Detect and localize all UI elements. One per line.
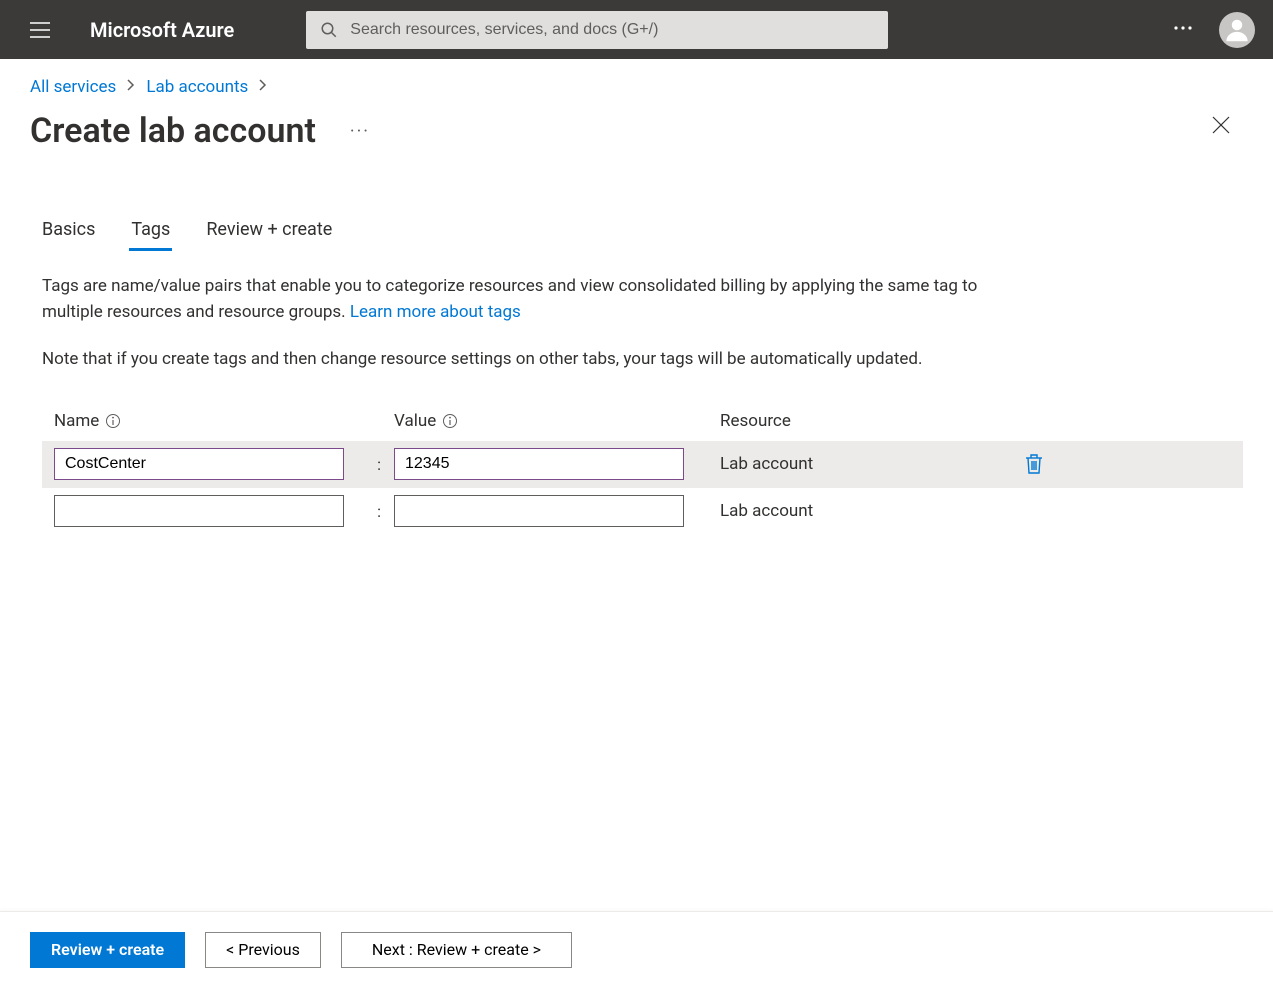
title-row: Create lab account ···: [30, 111, 1243, 151]
tags-description: Tags are name/value pairs that enable yo…: [30, 274, 1030, 373]
breadcrumb: All services Lab accounts: [30, 77, 1243, 97]
search-icon: [320, 21, 338, 39]
content-area: All services Lab accounts Create lab acc…: [0, 59, 1273, 911]
footer-actions: Review + create < Previous Next : Review…: [0, 911, 1273, 987]
delete-tag-button[interactable]: [1004, 453, 1064, 475]
tag-resource-text: Lab account: [704, 501, 1004, 521]
colon-separator: :: [364, 502, 394, 521]
page-title: Create lab account: [30, 111, 316, 151]
tags-header-row: Name Value Resource: [42, 411, 1243, 441]
colon-separator: :: [364, 455, 394, 474]
brand-text: Microsoft Azure: [90, 18, 234, 42]
tag-name-input[interactable]: [54, 495, 344, 527]
info-icon[interactable]: [105, 413, 121, 429]
breadcrumb-link-lab-accounts[interactable]: Lab accounts: [146, 77, 248, 97]
info-icon[interactable]: [442, 413, 458, 429]
tab-review-create[interactable]: Review + create: [206, 219, 332, 250]
hamburger-icon[interactable]: [28, 18, 52, 42]
tag-row: : Lab account: [42, 441, 1243, 488]
close-panel-button[interactable]: [1211, 115, 1231, 139]
review-create-button[interactable]: Review + create: [30, 932, 185, 968]
desc-note: Note that if you create tags and then ch…: [42, 347, 1030, 373]
tab-basics[interactable]: Basics: [42, 219, 95, 250]
learn-more-link[interactable]: Learn more about tags: [350, 302, 521, 322]
tags-table: Name Value Resource : Lab account: [42, 411, 1243, 535]
person-icon: [1222, 15, 1252, 45]
search-input[interactable]: [350, 21, 874, 39]
previous-button[interactable]: < Previous: [205, 932, 321, 968]
next-button[interactable]: Next : Review + create >: [341, 932, 572, 968]
tag-value-input[interactable]: [394, 448, 684, 480]
title-more-icon[interactable]: ···: [350, 121, 370, 142]
user-avatar[interactable]: [1219, 12, 1255, 48]
chevron-right-icon: [126, 77, 136, 97]
tabs: Basics Tags Review + create: [30, 219, 1243, 250]
header-more-icon[interactable]: [1171, 16, 1195, 44]
global-search[interactable]: [306, 11, 888, 49]
tag-name-input[interactable]: [54, 448, 344, 480]
breadcrumb-link-all-services[interactable]: All services: [30, 77, 116, 97]
col-resource-label: Resource: [720, 411, 791, 431]
tab-tags[interactable]: Tags: [131, 219, 170, 250]
chevron-right-icon: [258, 77, 268, 97]
trash-icon: [1024, 453, 1044, 475]
col-name-label: Name: [54, 411, 99, 431]
tag-row: : Lab account: [42, 488, 1243, 535]
top-header: Microsoft Azure: [0, 0, 1273, 59]
tag-resource-text: Lab account: [704, 454, 1004, 474]
tag-value-input[interactable]: [394, 495, 684, 527]
col-value-label: Value: [394, 411, 436, 431]
